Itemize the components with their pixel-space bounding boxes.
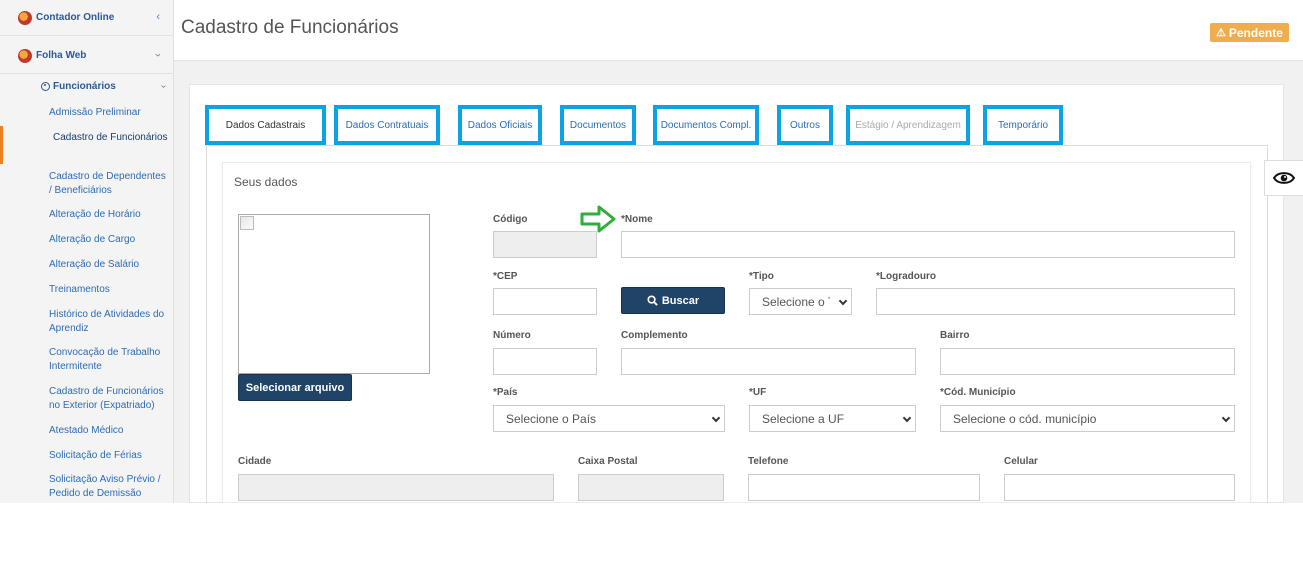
app-window: Contador Online ‹ Folha Web ‹ Funcionári…	[0, 0, 1303, 503]
broken-image-icon	[240, 216, 254, 230]
tab-estagio-aprendizagem[interactable]: Estágio / Aprendizagem	[846, 105, 970, 145]
user-icon	[41, 82, 50, 91]
buscar-button-label: Buscar	[661, 294, 700, 307]
status-badge: ⚠ Pendente	[1210, 23, 1289, 42]
section-title: Seus dados	[234, 175, 298, 189]
telefone-input[interactable]	[748, 474, 980, 501]
sidebar-item-alteracao-salario[interactable]: Alteração de Salário	[49, 258, 169, 272]
complemento-input[interactable]	[621, 348, 916, 375]
chevron-down-icon	[838, 296, 848, 306]
municipio-select[interactable]: Selecione o cód. município	[940, 405, 1235, 432]
tipo-label: *Tipo	[749, 271, 774, 282]
uf-label: *UF	[749, 387, 767, 398]
sidebar-item-label: Funcionários	[53, 81, 116, 92]
green-arrow-icon	[580, 205, 616, 233]
cep-label: *CEP	[493, 271, 518, 282]
sidebar-item-alteracao-cargo[interactable]: Alteração de Cargo	[49, 233, 169, 247]
status-badge-label: Pendente	[1228, 25, 1283, 40]
chevron-down-icon	[1221, 413, 1231, 423]
select-file-button[interactable]: Selecionar arquivo	[238, 374, 352, 401]
sidebar-item-label: Folha Web	[36, 50, 87, 61]
sidebar-item-aviso-previo[interactable]: Solicitação Aviso Prévio / Pedido de Dem…	[49, 473, 169, 501]
complemento-label: Complemento	[621, 330, 688, 341]
logradouro-label: *Logradouro	[876, 271, 936, 282]
panel-border-left	[206, 146, 207, 503]
pais-select[interactable]: Selecione o País	[493, 405, 725, 432]
warning-icon: ⚠	[1216, 27, 1226, 39]
cidade-input[interactable]	[238, 474, 554, 501]
sidebar-item-cadastro-funcionarios[interactable]: Cadastro de Funcionários	[53, 131, 173, 145]
sidebar-item-cadastro-dependentes[interactable]: Cadastro de Dependentes / Beneficiários	[49, 170, 169, 198]
celular-label: Celular	[1004, 456, 1038, 467]
sidebar-item-convocacao-intermitente[interactable]: Convocação de Trabalho Intermitente	[49, 346, 169, 374]
bairro-label: Bairro	[940, 330, 970, 341]
sidebar-item-funcionarios[interactable]: Funcionários ‹	[41, 81, 174, 92]
numero-label: Número	[493, 330, 531, 341]
select-file-button-label: Selecionar arquivo	[245, 381, 345, 394]
nome-label: *Nome	[621, 214, 653, 225]
bairro-input[interactable]	[940, 348, 1235, 375]
tab-dados-contratuais[interactable]: Dados Contratuais	[334, 105, 440, 145]
page-title: Cadastro de Funcionários	[181, 17, 399, 38]
contador-online-logo-icon	[18, 10, 32, 25]
pais-select-value: Selecione o País	[506, 411, 597, 426]
uf-select-value: Selecione a UF	[762, 411, 845, 426]
pais-label: *País	[493, 387, 518, 398]
numero-input[interactable]	[493, 348, 597, 375]
tab-dados-cadastrais[interactable]: Dados Cadastrais	[205, 105, 326, 145]
chevron-down-icon	[711, 413, 721, 423]
nome-input[interactable]	[621, 231, 1235, 258]
sidebar-item-admissao-preliminar[interactable]: Admissão Preliminar	[49, 106, 169, 120]
sidebar-item-alteracao-horario[interactable]: Alteração de Horário	[49, 208, 169, 222]
logradouro-input[interactable]	[876, 288, 1235, 315]
tab-dados-oficiais[interactable]: Dados Oficiais	[458, 105, 542, 145]
chevron-down-icon: ‹	[152, 53, 165, 57]
tipo-select[interactable]: Selecione o Tipo	[749, 288, 852, 315]
municipio-select-value: Selecione o cód. município	[953, 411, 1097, 426]
buscar-button[interactable]: Buscar	[621, 287, 725, 314]
sidebar-item-treinamentos[interactable]: Treinamentos	[49, 283, 169, 297]
celular-input[interactable]	[1004, 474, 1235, 501]
sidebar-item-label: Contador Online	[36, 12, 115, 23]
municipio-label: *Cód. Município	[940, 387, 1016, 398]
caixa-postal-input[interactable]	[578, 474, 724, 501]
tab-documentos-compl[interactable]: Documentos Compl.	[653, 105, 759, 145]
sidebar-item-contador-online[interactable]: Contador Online ‹	[0, 0, 174, 36]
active-item-indicator	[0, 126, 3, 164]
codigo-input[interactable]	[493, 231, 597, 258]
chevron-down-icon: ‹	[157, 84, 169, 89]
sidebar-item-funcionarios-exterior[interactable]: Cadastro de Funcionários no Exterior (Ex…	[49, 385, 169, 413]
tab-temporario[interactable]: Temporário	[983, 105, 1063, 145]
tabs-divider	[206, 145, 1268, 146]
sidebar-item-folha-web[interactable]: Folha Web ‹	[0, 38, 174, 74]
search-icon	[647, 295, 658, 306]
chevron-down-icon	[902, 413, 912, 423]
tipo-select-value: Selecione o Tipo	[762, 294, 830, 309]
sidebar: Contador Online ‹ Folha Web ‹ Funcionári…	[0, 0, 174, 503]
eye-icon	[1273, 172, 1295, 184]
codigo-label: Código	[493, 214, 528, 225]
uf-select[interactable]: Selecione a UF	[749, 405, 916, 432]
chevron-left-icon: ‹	[156, 11, 160, 23]
telefone-label: Telefone	[748, 456, 789, 467]
page-header: Cadastro de Funcionários ⚠ Pendente	[174, 0, 1303, 61]
photo-preview	[238, 214, 430, 374]
cep-input[interactable]	[493, 288, 597, 315]
panel-border-right	[1267, 146, 1268, 503]
folha-web-logo-icon	[18, 48, 32, 63]
sidebar-item-historico-aprendiz[interactable]: Histórico de Atividades do Aprendiz	[49, 308, 169, 336]
tab-outros[interactable]: Outros	[777, 105, 833, 145]
cidade-label: Cidade	[238, 456, 272, 467]
sidebar-item-solicitacao-ferias[interactable]: Solicitação de Férias	[49, 449, 169, 463]
toggle-visibility-button[interactable]	[1264, 160, 1303, 196]
sidebar-item-atestado-medico[interactable]: Atestado Médico	[49, 424, 169, 438]
tab-documentos[interactable]: Documentos	[560, 105, 636, 145]
caixa-postal-label: Caixa Postal	[578, 456, 638, 467]
